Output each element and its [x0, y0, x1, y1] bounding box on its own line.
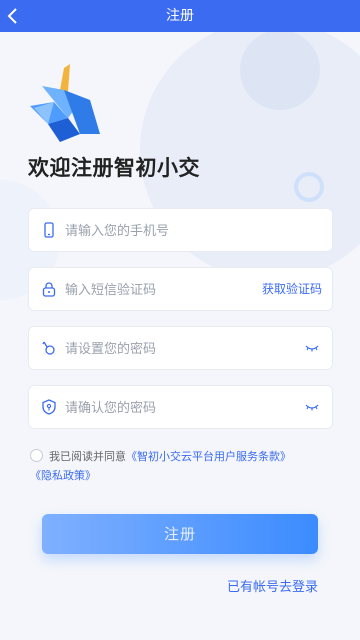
phone-input[interactable] [63, 209, 277, 253]
phone-field[interactable] [28, 208, 333, 253]
agreement-prefix: 我已阅读并同意 [49, 450, 126, 463]
sms-code-field[interactable]: 获取验证码 [28, 267, 333, 312]
sms-code-input[interactable] [63, 268, 277, 312]
page-title: 注册 [166, 8, 194, 24]
privacy-link[interactable]: 《隐私政策》 [30, 468, 96, 484]
login-link[interactable]: 已有帐号去登录 [227, 576, 318, 595]
confirm-password-input[interactable] [63, 386, 277, 430]
eye-closed-icon[interactable] [304, 342, 320, 354]
shield-key-icon [42, 399, 56, 415]
agreement-radio[interactable] [30, 449, 43, 462]
background-ring [294, 172, 324, 202]
password-input[interactable] [63, 327, 277, 371]
welcome-heading: 欢迎注册智初小交 [28, 156, 200, 180]
lock-icon [42, 282, 56, 297]
key-icon [42, 341, 55, 355]
top-bar: 注册 [0, 0, 360, 32]
eye-closed-icon[interactable] [304, 401, 320, 413]
get-code-button[interactable]: 获取验证码 [262, 268, 322, 310]
password-field[interactable] [28, 326, 333, 371]
phone-icon [44, 222, 54, 238]
unicorn-logo-icon [30, 64, 100, 142]
terms-link[interactable]: 《智初小交云平台用户服务条款》 [126, 450, 291, 463]
register-button[interactable]: 注册 [42, 514, 318, 554]
background-blob [240, 30, 320, 110]
confirm-password-field[interactable] [28, 385, 333, 430]
agreement-row: 我已阅读并同意《智初小交云平台用户服务条款》 [30, 446, 330, 468]
